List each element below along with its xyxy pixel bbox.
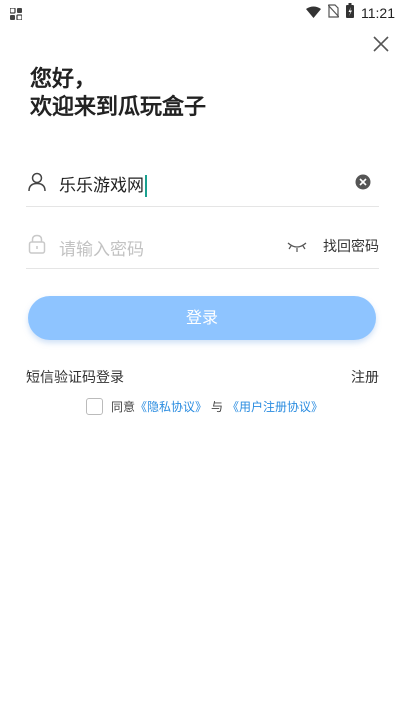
agreement-row: 同意 《隐私协议》 与 《用户注册协议》 [86,398,323,415]
battery-icon [346,3,354,22]
greeting-line-2: 欢迎来到瓜玩盒子 [30,95,207,120]
find-password-link[interactable]: 找回密码 [323,236,379,256]
lock-icon [28,234,46,254]
no-sim-icon [327,3,340,22]
sms-login-link[interactable]: 短信验证码登录 [26,367,124,387]
agreement-connector: 与 [211,400,224,414]
username-value: 乐乐游戏网 [59,176,144,196]
user-icon [28,172,46,192]
close-icon[interactable] [371,34,391,54]
greeting: 您好， 欢迎来到瓜玩盒子 [30,66,206,122]
agreement-prefix: 同意 [111,400,136,414]
register-link[interactable]: 注册 [351,367,379,387]
user-agreement-link[interactable]: 《用户注册协议》 [227,398,323,415]
status-time: 11:21 [361,4,395,21]
username-field[interactable]: 乐乐游戏网 [26,160,379,207]
agreement-checkbox[interactable] [86,398,103,415]
login-button[interactable]: 登录 [28,296,376,340]
text-cursor [145,175,147,197]
password-field[interactable]: 请输入密码 找回密码 [26,222,379,269]
clear-icon[interactable] [355,174,371,190]
password-input[interactable]: 请输入密码 [59,235,144,260]
app-icon [9,5,23,24]
eye-closed-icon[interactable] [287,238,307,252]
wifi-icon [306,3,321,22]
status-bar: 11:21 [0,0,405,24]
privacy-policy-link[interactable]: 《隐私协议》 [135,398,207,415]
username-input[interactable]: 乐乐游戏网 [59,171,147,197]
greeting-line-1: 您好， [30,67,97,92]
